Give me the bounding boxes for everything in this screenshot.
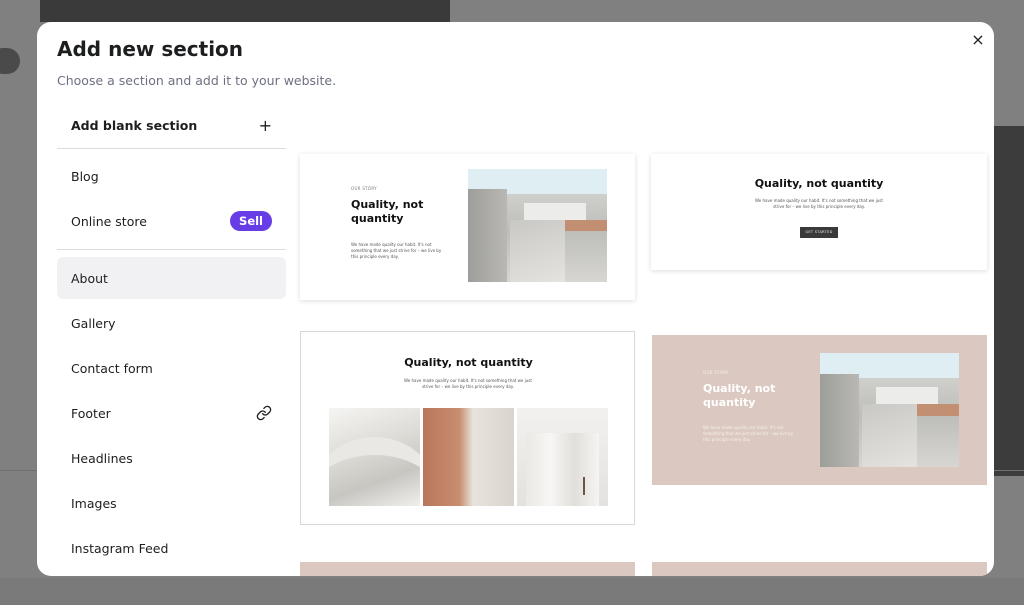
menu-item-label: Gallery [71,315,116,331]
menu-item-label: Footer [71,405,111,421]
plus-icon: + [258,115,272,135]
section-preview-card[interactable]: OUR STORY Quality, not quantity We have … [300,154,635,300]
menu-item-about[interactable]: About [57,257,286,299]
menu-item-label: About [71,270,108,286]
add-section-modal: × Add new section Choose a section and a… [37,22,994,576]
menu-item-gallery[interactable]: Gallery [57,302,286,344]
preview-image [820,353,959,467]
menu-item-blog[interactable]: Blog [57,155,286,197]
divider [57,148,286,149]
menu-item-label: Blog [71,168,99,184]
preview-body: We have made quality our habit. It's not… [755,198,883,209]
add-blank-section-label: Add blank section [71,117,198,133]
menu-item-online-store[interactable]: Online store Sell [57,200,286,242]
menu-item-label: Images [71,495,117,511]
add-blank-section-button[interactable]: Add blank section + [57,102,286,148]
section-preview-card[interactable]: Quality, not quantity We have made quali… [651,154,987,270]
modal-subtitle: Choose a section and add it to your webs… [57,73,337,88]
link-icon [256,405,272,421]
menu-item-images[interactable]: Images [57,482,286,524]
preview-body: We have made quality our habit. It's not… [404,378,532,389]
sell-badge: Sell [230,211,272,231]
menu-item-label: Contact form [71,360,153,376]
background-image [994,126,1024,476]
divider [57,249,286,250]
preview-image [468,169,607,282]
close-button[interactable]: × [968,30,988,50]
preview-heading: Quality, not quantity [703,382,776,409]
section-preview-card[interactable]: OUR STORY Quality, not quantity We have … [652,335,987,485]
background-element [0,48,20,74]
menu-item-contact-form[interactable]: Contact form [57,347,286,389]
preview-heading: Quality, not quantity [754,177,884,190]
preview-body: We have made quality our habit. It's not… [351,242,442,259]
section-menu-top: Blog Online store Sell [57,155,286,245]
preview-image [329,408,420,506]
preview-button: GET STARTED [800,227,838,238]
modal-title: Add new section [57,37,244,61]
menu-item-label: Instagram Feed [71,540,169,556]
menu-item-instagram-feed[interactable]: Instagram Feed [57,527,286,569]
preview-eyebrow: OUR STORY [703,370,729,375]
section-menu-main: About Gallery Contact form Footer Headli… [57,257,286,572]
preview-heading: Quality, not quantity [404,356,533,369]
preview-body: We have made quality our habit. It's not… [703,425,794,442]
preview-image [423,408,514,506]
preview-heading: Quality, not quantity [351,198,424,225]
section-preview-card[interactable]: Quality, not quantity We have made quali… [300,331,635,525]
menu-item-headlines[interactable]: Headlines [57,437,286,479]
menu-item-label: Headlines [71,450,133,466]
preview-eyebrow: OUR STORY [351,186,377,191]
menu-item-label: Online store [71,213,147,229]
background-image [40,0,450,22]
section-preview-card[interactable] [300,562,635,576]
section-preview-card[interactable] [652,562,987,576]
background-bar [0,578,1024,605]
menu-item-footer[interactable]: Footer [57,392,286,434]
preview-image [517,408,608,506]
